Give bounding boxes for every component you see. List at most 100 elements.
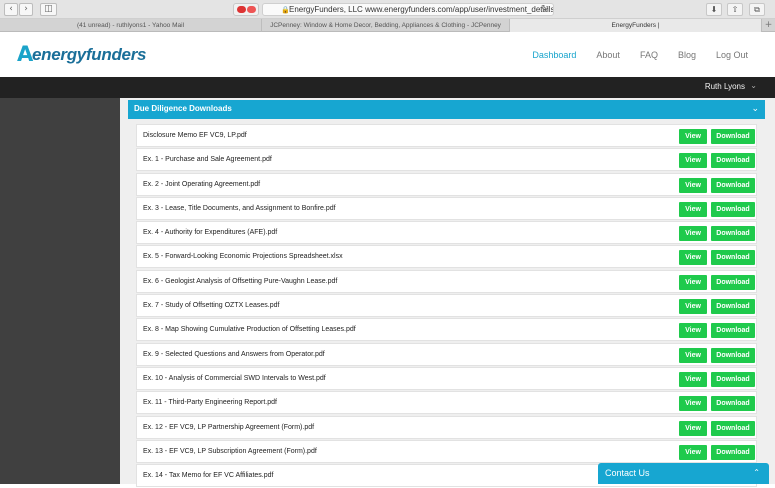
document-name: Ex. 6 - Geologist Analysis of Offsetting…	[143, 277, 338, 285]
download-button[interactable]: Download	[711, 347, 755, 363]
due-diligence-panel-header[interactable]: Due Diligence Downloads ⌄	[128, 100, 765, 119]
download-button[interactable]: Download	[711, 250, 755, 266]
view-button[interactable]: View	[679, 153, 707, 169]
chevron-left-icon: ‹	[9, 4, 13, 14]
lock-icon: 🔒	[281, 7, 290, 14]
tab-label: JCPenney: Window & Home Decor, Bedding, …	[270, 22, 501, 29]
document-name: Ex. 1 - Purchase and Sale Agreement.pdf	[143, 156, 272, 164]
contact-us-label: Contact Us	[605, 468, 650, 478]
chevron-down-icon[interactable]: ⌄	[750, 80, 757, 92]
view-button[interactable]: View	[679, 371, 707, 387]
logo[interactable]: A energyfunders	[17, 42, 146, 66]
view-button[interactable]: View	[679, 201, 707, 217]
browser-tab-active[interactable]: EnergyFunders |	[510, 19, 762, 32]
document-row: Ex. 10 - Analysis of Commercial SWD Inte…	[136, 366, 757, 390]
sidebar-toggle-button[interactable]: ◫	[40, 3, 57, 16]
view-button[interactable]: View	[679, 323, 707, 339]
reload-icon[interactable]: ↻	[541, 4, 549, 14]
document-name: Ex. 4 - Authority for Expenditures (AFE)…	[143, 229, 278, 237]
document-row: Ex. 8 - Map Showing Cumulative Productio…	[136, 318, 757, 342]
download-button[interactable]: Download	[711, 444, 755, 460]
document-name: Ex. 11 - Third-Party Engineering Report.…	[143, 399, 277, 407]
view-button[interactable]: View	[679, 129, 707, 144]
document-name: Ex. 12 - EF VC9, LP Partnership Agreemen…	[143, 423, 315, 431]
adblock-extension-button[interactable]	[233, 3, 259, 16]
tab-label: (41 unread) - ruthlyons1 - Yahoo Mail	[76, 22, 185, 29]
view-button[interactable]: View	[679, 250, 707, 266]
user-name[interactable]: Ruth Lyons	[705, 81, 745, 93]
download-button[interactable]: Download	[711, 129, 755, 144]
nav-dashboard[interactable]: Dashboard	[532, 49, 576, 61]
download-button[interactable]: Download	[711, 420, 755, 436]
download-button[interactable]: Download	[711, 299, 755, 315]
logo-mark-icon: A	[17, 42, 34, 66]
chevron-right-icon: ›	[24, 4, 28, 14]
view-button[interactable]: View	[679, 347, 707, 363]
view-button[interactable]: View	[679, 420, 707, 436]
nav-faq[interactable]: FAQ	[640, 49, 658, 61]
address-bar[interactable]: 🔒 EnergyFunders, LLC www.energyfunders.c…	[262, 3, 554, 16]
share-icon[interactable]: ⇧	[727, 3, 743, 16]
nav-blog[interactable]: Blog	[678, 49, 696, 61]
document-row: Ex. 4 - Authority for Expenditures (AFE)…	[136, 221, 757, 245]
document-name: Disclosure Memo EF VC9, LP.pdf	[143, 132, 247, 139]
tab-label: EnergyFunders |	[611, 22, 660, 29]
document-row: Ex. 7 - Study of Offsetting OZTX Leases.…	[136, 294, 757, 318]
tab-overview-icon[interactable]: ⧉	[749, 3, 765, 16]
browser-tab[interactable]: (41 unread) - ruthlyons1 - Yahoo Mail	[0, 19, 262, 32]
forward-button[interactable]: ›	[19, 3, 33, 16]
user-bar: Ruth Lyons ⌄	[0, 77, 775, 98]
site-identity: EnergyFunders, LLC	[289, 5, 363, 14]
downloads-icon[interactable]: ⬇	[706, 3, 722, 16]
document-name: Ex. 7 - Study of Offsetting OZTX Leases.…	[143, 302, 280, 310]
document-row: Ex. 12 - EF VC9, LP Partnership Agreemen…	[136, 415, 757, 439]
download-button[interactable]: Download	[711, 226, 755, 242]
document-name: Ex. 5 - Forward-Looking Economic Project…	[143, 253, 343, 261]
document-name: Ex. 14 - Tax Memo for EF VC Affiliates.p…	[143, 472, 274, 480]
nav-about[interactable]: About	[596, 49, 620, 61]
document-row: Ex. 3 - Lease, Title Documents, and Assi…	[136, 196, 757, 220]
main-nav: Dashboard About FAQ Blog Log Out	[512, 49, 748, 63]
download-button[interactable]: Download	[711, 396, 755, 412]
download-button[interactable]: Download	[711, 153, 755, 169]
document-row: Disclosure Memo EF VC9, LP.pdf View Downlo…	[136, 124, 757, 147]
download-button[interactable]: Download	[711, 201, 755, 217]
document-name: Ex. 3 - Lease, Title Documents, and Assi…	[143, 204, 336, 212]
download-button[interactable]: Download	[711, 371, 755, 387]
document-row: Ex. 11 - Third-Party Engineering Report.…	[136, 391, 757, 415]
browser-toolbar: ‹ › ◫ 🔒 EnergyFunders, LLC www.energyfun…	[0, 0, 775, 19]
document-row: Ex. 9 - Selected Questions and Answers f…	[136, 342, 757, 366]
document-row: Ex. 13 - EF VC9, LP Subscription Agreeme…	[136, 439, 757, 463]
chevron-up-icon: ⌃	[753, 468, 760, 477]
document-name: Ex. 13 - EF VC9, LP Subscription Agreeme…	[143, 447, 317, 455]
back-button[interactable]: ‹	[4, 3, 18, 16]
view-button[interactable]: View	[679, 226, 707, 242]
logo-text: energyfunders	[32, 45, 147, 64]
view-button[interactable]: View	[679, 177, 707, 193]
document-row: Ex. 6 - Geologist Analysis of Offsetting…	[136, 269, 757, 293]
download-button[interactable]: Download	[711, 323, 755, 339]
view-button[interactable]: View	[679, 396, 707, 412]
view-button[interactable]: View	[679, 444, 707, 460]
url-text: www.energyfunders.com/app/user/investmen…	[365, 5, 554, 14]
document-name: Ex. 2 - Joint Operating Agreement.pdf	[143, 180, 261, 188]
contact-us-widget[interactable]: Contact Us ⌃	[598, 463, 769, 484]
document-row: Ex. 1 - Purchase and Sale Agreement.pdf V…	[136, 148, 757, 172]
main-content: Due Diligence Downloads ⌄ Disclosure Mem…	[120, 98, 775, 488]
document-row: Ex. 2 - Joint Operating Agreement.pdf Vie…	[136, 172, 757, 196]
panel-title: Due Diligence Downloads	[134, 104, 232, 113]
chevron-down-icon: ⌄	[751, 104, 759, 114]
download-button[interactable]: Download	[711, 177, 755, 193]
document-row: Ex. 5 - Forward-Looking Economic Project…	[136, 245, 757, 269]
site-header: A energyfunders Dashboard About FAQ Blog…	[0, 32, 775, 77]
browser-tab[interactable]: JCPenney: Window & Home Decor, Bedding, …	[262, 19, 510, 32]
download-button[interactable]: Download	[711, 274, 755, 290]
tab-strip: (41 unread) - ruthlyons1 - Yahoo Mail JC…	[0, 19, 775, 32]
sidebar	[0, 98, 120, 484]
view-button[interactable]: View	[679, 274, 707, 290]
document-list: Disclosure Memo EF VC9, LP.pdf View Downlo…	[136, 124, 757, 488]
view-button[interactable]: View	[679, 299, 707, 315]
document-name: Ex. 8 - Map Showing Cumulative Productio…	[143, 326, 356, 334]
nav-logout[interactable]: Log Out	[716, 49, 748, 61]
plus-icon[interactable]: +	[762, 19, 775, 32]
